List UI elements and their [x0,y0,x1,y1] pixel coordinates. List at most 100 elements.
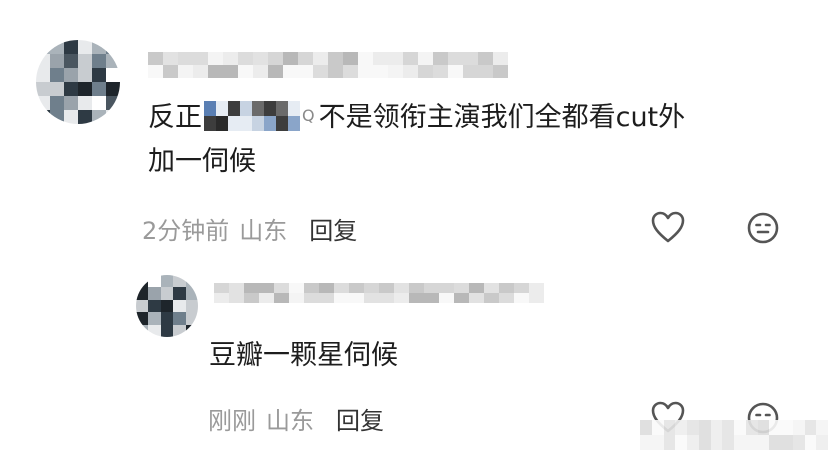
mosaic-cell [687,420,699,435]
mosaic-cell [640,420,652,435]
mosaic-cell [136,312,149,325]
mosaic-cell [358,65,373,78]
mosaic-cell [484,293,499,303]
mosaic-cell [493,52,508,65]
username-blurred[interactable] [214,283,544,303]
comment-time: 2分钟前 [142,217,230,245]
mosaic-cell [268,65,283,78]
mosaic-cell [403,65,418,78]
mosaic-cell [78,68,92,82]
mosaic-cell [454,293,469,303]
mosaic-cell [92,54,106,68]
mosaic-cell [106,68,120,82]
mosaic-cell [92,68,106,82]
mosaic-cell [469,293,484,303]
mosaic-cell [499,293,514,303]
mosaic-cell [343,52,358,65]
mosaic-cell [50,54,64,68]
mosaic-cell [734,435,746,450]
mosaic-cell [769,435,781,450]
mosaic-cell [50,40,64,54]
mosaic-cell [92,40,106,54]
mosaic-cell [424,293,439,303]
mosaic-cell [448,52,463,65]
reply-button[interactable]: 回复 [336,407,384,435]
mosaic-cell [454,283,469,293]
meh-face-icon[interactable] [746,211,780,245]
comment-location: 山东 [239,217,288,245]
mosaic-cell [804,420,817,435]
mosaic-cell [499,283,514,293]
mosaic-cell [163,52,178,65]
mosaic-cell [439,283,454,293]
mosaic-cell [675,420,687,435]
mosaic-cell [734,420,746,435]
mosaic-cell [173,324,186,337]
mosaic-cell [514,283,529,293]
mosaic-cell [204,115,216,131]
mosaic-cell [228,100,240,116]
mosaic-cell [259,283,274,293]
mosaic-cell [106,54,120,68]
comment-text: 反正 Q 不是领衔主演我们全都看cut外 加一伺候 [148,96,685,184]
mention-blurred[interactable] [204,100,300,131]
mosaic-cell [173,299,186,313]
mosaic-cell [163,65,178,78]
mosaic-cell [529,293,544,303]
comment-location: 山东 [266,407,314,435]
mosaic-cell [745,435,758,450]
mosaic-cell [433,52,448,65]
mosaic-cell [208,65,223,78]
mosaic-cell [106,40,120,54]
reply-button[interactable]: 回复 [309,217,357,245]
mosaic-cell [757,420,770,435]
avatar[interactable] [36,40,120,124]
mosaic-cell [253,52,268,65]
mosaic-cell [388,65,403,78]
mosaic-cell [698,420,711,435]
mosaic-cell [469,283,484,293]
mosaic-cell [514,293,529,303]
mosaic-cell [64,68,78,82]
mosaic-cell [228,115,240,131]
mosaic-cell [193,52,208,65]
mosaic-cell [106,110,120,124]
mosaic-cell [394,293,409,303]
mosaic-cell [136,299,149,313]
mosaic-cell [214,283,229,293]
mosaic-cell [160,324,174,337]
mosaic-cell [223,52,238,65]
mosaic-cell [448,65,463,78]
mosaic-cell [193,65,208,78]
mosaic-cell [651,435,664,450]
mosaic-cell [745,420,758,435]
mosaic-cell [64,54,78,68]
mosaic-cell [274,293,289,303]
mosaic-cell [373,65,388,78]
mosaic-cell [78,54,92,68]
mosaic-cell [394,283,409,293]
mosaic-cell [364,293,379,303]
mosaic-cell [364,283,379,293]
mosaic-cell [64,40,78,54]
mosaic-cell [50,96,64,110]
heart-icon[interactable] [650,210,686,244]
avatar[interactable] [136,275,198,337]
mosaic-cell [78,96,92,110]
mosaic-cell [493,65,508,78]
mosaic-cell [298,52,313,65]
username-blurred[interactable] [148,52,508,78]
mosaic-cell [173,287,186,300]
mosaic-cell [722,420,734,435]
mosaic-cell [78,82,92,96]
mosaic-cell [698,435,711,450]
mosaic-cell [463,52,478,65]
mosaic-cell [484,283,499,293]
mosaic-cell [36,54,50,68]
mosaic-cell [675,435,687,450]
mosaic-cell [238,52,253,65]
mosaic-cell [651,420,664,435]
mosaic-cell [274,283,289,293]
mosaic-cell [216,100,228,116]
mosaic-cell [160,275,174,288]
